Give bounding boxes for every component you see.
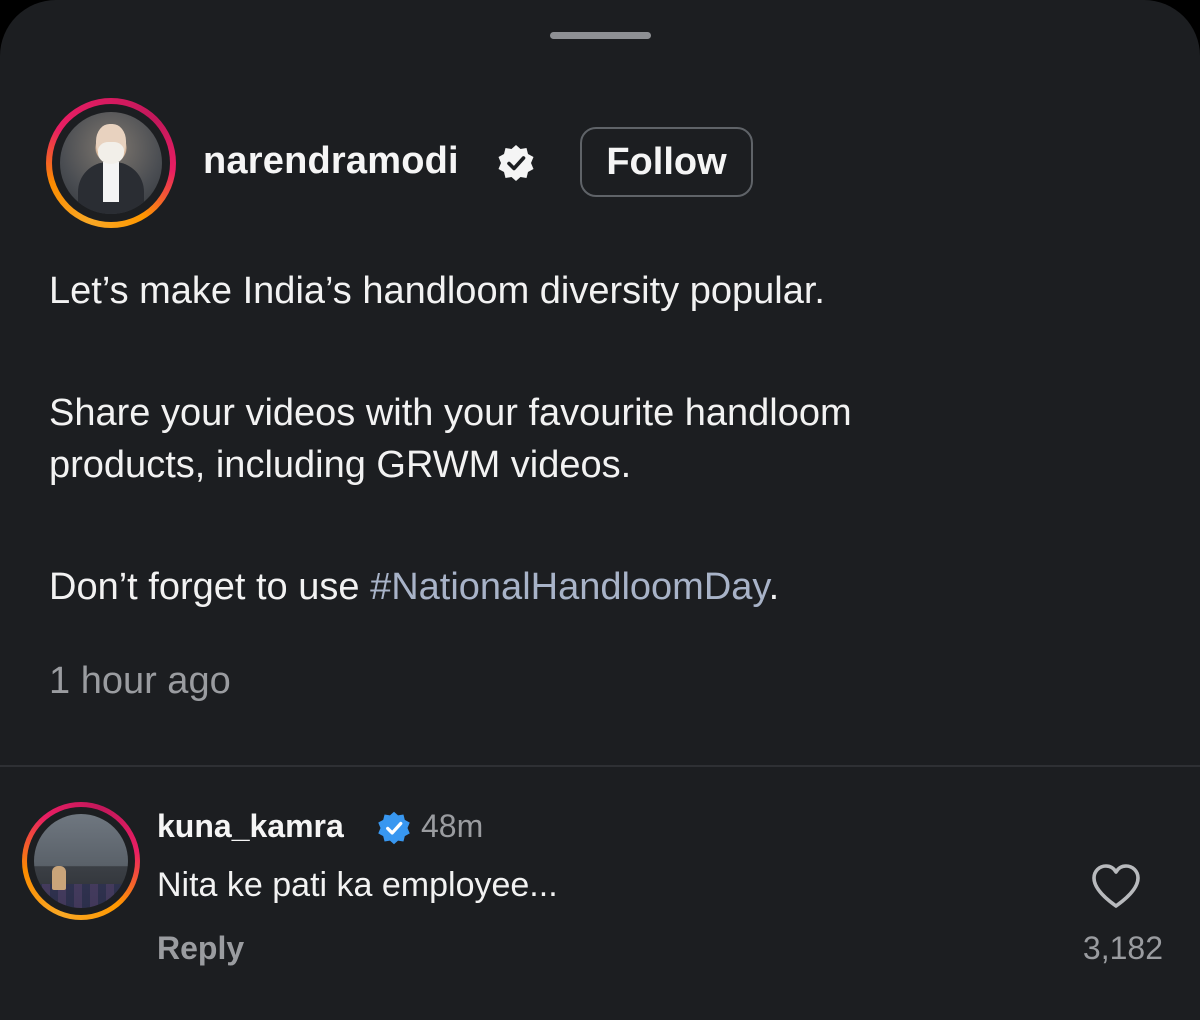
divider [0,765,1200,767]
post-timestamp: 1 hour ago [49,660,231,702]
avatar-figure-beard [98,142,124,164]
caption-line-3: products, including GRWM videos. [49,444,632,486]
post-author-avatar[interactable] [46,98,176,228]
caption-line-2: Share your videos with your favourite ha… [49,392,852,434]
reply-button[interactable]: Reply [157,930,244,967]
caption-line-4: Don’t forget to use #NationalHandloomDay… [49,561,779,613]
comment-timestamp: 48m [421,808,484,844]
verified-badge-icon [378,811,410,845]
verified-badge-icon [498,145,534,181]
avatar-scene-rug [34,884,128,908]
post-detail-sheet: narendramodi Follow Let’s make India’s h… [0,0,1200,1020]
comment-author-username[interactable]: kuna_kamra [157,808,344,845]
caption-text: Don’t forget to use [49,566,371,608]
comment-author-avatar[interactable] [22,802,140,920]
verified-badge-shape [378,811,410,845]
caption-line-1: Let’s make India’s handloom diversity po… [49,270,825,312]
like-count: 3,182 [1082,930,1163,966]
caption-end: . [768,566,780,608]
heart-outline [1092,864,1140,908]
comment-text: Nita ke pati ka employee... [157,866,558,904]
avatar-scene-figure [52,866,66,890]
post-author-username[interactable]: narendramodi [203,140,459,183]
follow-button[interactable]: Follow [580,127,753,197]
verified-badge-shape [498,145,534,181]
avatar-image [34,814,128,908]
sheet-grabber[interactable] [550,32,651,39]
avatar-figure-shirt [103,162,119,202]
avatar-image [60,112,162,214]
heart-icon[interactable] [1090,862,1142,910]
hashtag-link[interactable]: #NationalHandloomDay [370,566,769,608]
